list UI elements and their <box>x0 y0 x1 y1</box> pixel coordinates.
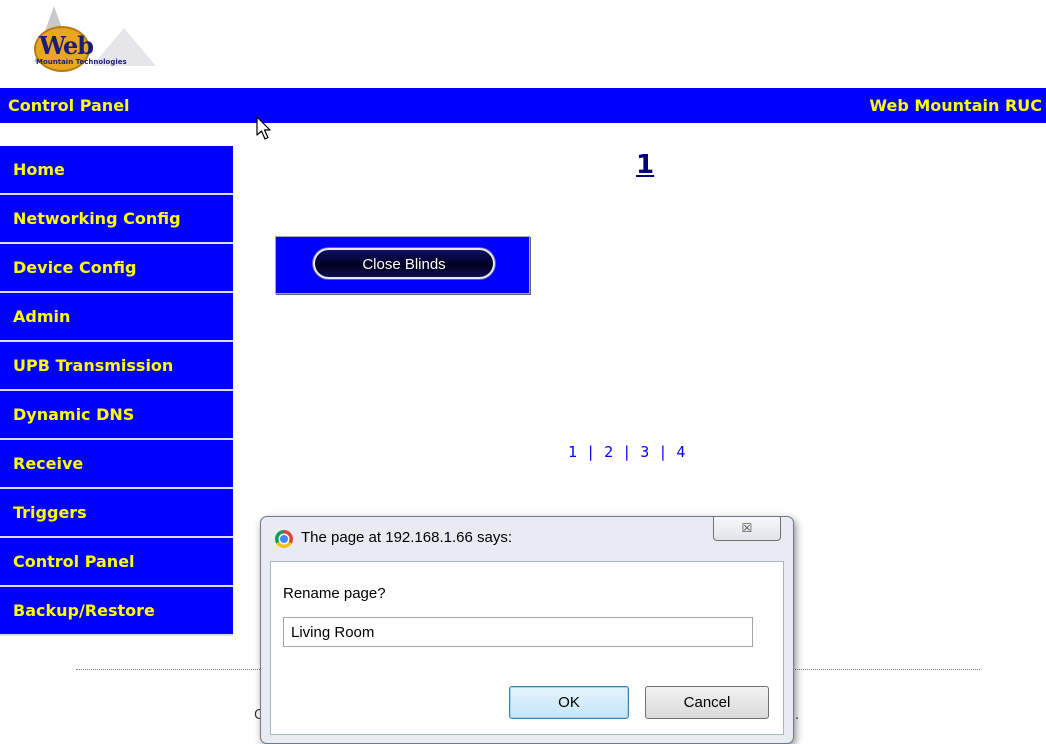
pager-link-1[interactable]: 1 <box>568 443 577 461</box>
sidebar-item-backup-restore[interactable]: Backup/Restore <box>0 587 233 636</box>
prompt-dialog: The page at 192.168.1.66 says: ☒ Rename … <box>260 516 794 744</box>
sidebar-item-dynamic-dns[interactable]: Dynamic DNS <box>0 391 233 440</box>
sidebar-item-upb-transmission[interactable]: UPB Transmission <box>0 342 233 391</box>
cancel-button[interactable]: Cancel <box>645 686 769 719</box>
dialog-close-button[interactable]: ☒ <box>713 517 781 541</box>
pager-separator: | <box>622 443 632 461</box>
control-button-panel: Close Blinds <box>275 236 530 294</box>
logo-tagline: Mountain Technologies <box>36 58 127 66</box>
pager-link-3[interactable]: 3 <box>640 443 649 461</box>
footer-text-right: . <box>795 708 800 723</box>
logo: Web Mountain Technologies <box>14 2 160 72</box>
sidebar-item-receive[interactable]: Receive <box>0 440 233 489</box>
pager-separator: | <box>658 443 668 461</box>
close-icon: ☒ <box>741 521 753 535</box>
ok-button[interactable]: OK <box>509 686 629 719</box>
dialog-titlebar: The page at 192.168.1.66 says: ☒ <box>261 517 793 561</box>
dialog-prompt-text: Rename page? <box>283 585 386 602</box>
close-blinds-button[interactable]: Close Blinds <box>313 248 495 279</box>
chrome-icon <box>275 530 293 548</box>
sidebar-item-networking-config[interactable]: Networking Config <box>0 195 233 244</box>
mouse-pointer-icon <box>256 116 271 140</box>
header-device-name: Web Mountain RUC <box>869 96 1042 115</box>
rename-page-input[interactable] <box>283 617 753 647</box>
header-title: Control Panel <box>8 96 130 115</box>
sidebar-item-device-config[interactable]: Device Config <box>0 244 233 293</box>
sidebar-item-home[interactable]: Home <box>0 146 233 195</box>
sidebar-nav: Home Networking Config Device Config Adm… <box>0 146 233 636</box>
header-bar: Control Panel Web Mountain RUC <box>0 88 1046 123</box>
dialog-title: The page at 192.168.1.66 says: <box>301 529 512 546</box>
pager-link-2[interactable]: 2 <box>604 443 613 461</box>
pager-separator: | <box>586 443 596 461</box>
page-pager: 1 | 2 | 3 | 4 <box>568 443 685 461</box>
page-number-link[interactable]: 1 <box>636 150 654 180</box>
logo-word: Web <box>39 31 94 60</box>
sidebar-item-control-panel[interactable]: Control Panel <box>0 538 233 587</box>
sidebar-item-admin[interactable]: Admin <box>0 293 233 342</box>
pager-link-4[interactable]: 4 <box>676 443 685 461</box>
sidebar-item-triggers[interactable]: Triggers <box>0 489 233 538</box>
